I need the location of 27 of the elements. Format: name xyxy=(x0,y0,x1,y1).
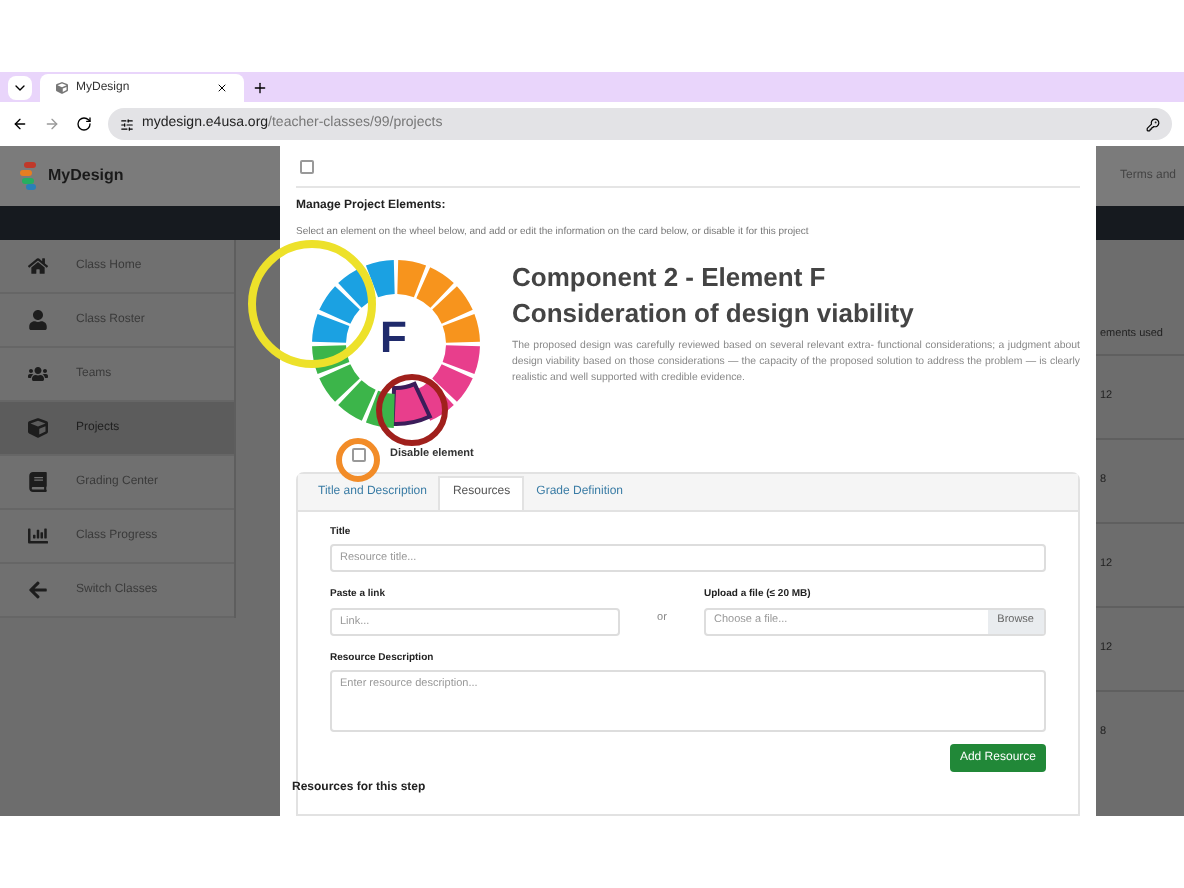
chevron-down-icon xyxy=(12,80,28,96)
reload-icon[interactable] xyxy=(76,116,92,132)
group-icon xyxy=(28,364,48,384)
logo-icon xyxy=(20,162,40,190)
cube-icon xyxy=(28,418,48,438)
home-icon xyxy=(28,256,48,276)
tab-list-button[interactable] xyxy=(8,76,32,100)
logo-text: MyDesign xyxy=(48,164,124,188)
wheel-segment[interactable] xyxy=(432,363,473,401)
site-icon xyxy=(56,82,68,94)
wheel-segment-selected[interactable] xyxy=(390,380,432,425)
checkbox[interactable] xyxy=(352,448,366,462)
site-settings-icon[interactable] xyxy=(120,117,134,131)
element-title: Component 2 - Element F xyxy=(512,259,828,295)
back-icon[interactable] xyxy=(12,116,28,132)
person-icon xyxy=(28,310,48,330)
key-icon[interactable] xyxy=(1146,117,1160,131)
nav-bar xyxy=(1096,206,1184,240)
wheel-center-letter: F xyxy=(380,315,407,359)
checkbox[interactable] xyxy=(300,160,314,174)
forward-icon[interactable] xyxy=(44,116,60,132)
bar-chart-icon xyxy=(28,526,48,546)
book-icon xyxy=(28,472,48,492)
close-icon[interactable] xyxy=(216,82,228,94)
element-subtitle: Consideration of design viability xyxy=(512,295,916,331)
arrow-left-icon xyxy=(28,580,48,600)
new-tab-icon[interactable] xyxy=(252,80,268,96)
